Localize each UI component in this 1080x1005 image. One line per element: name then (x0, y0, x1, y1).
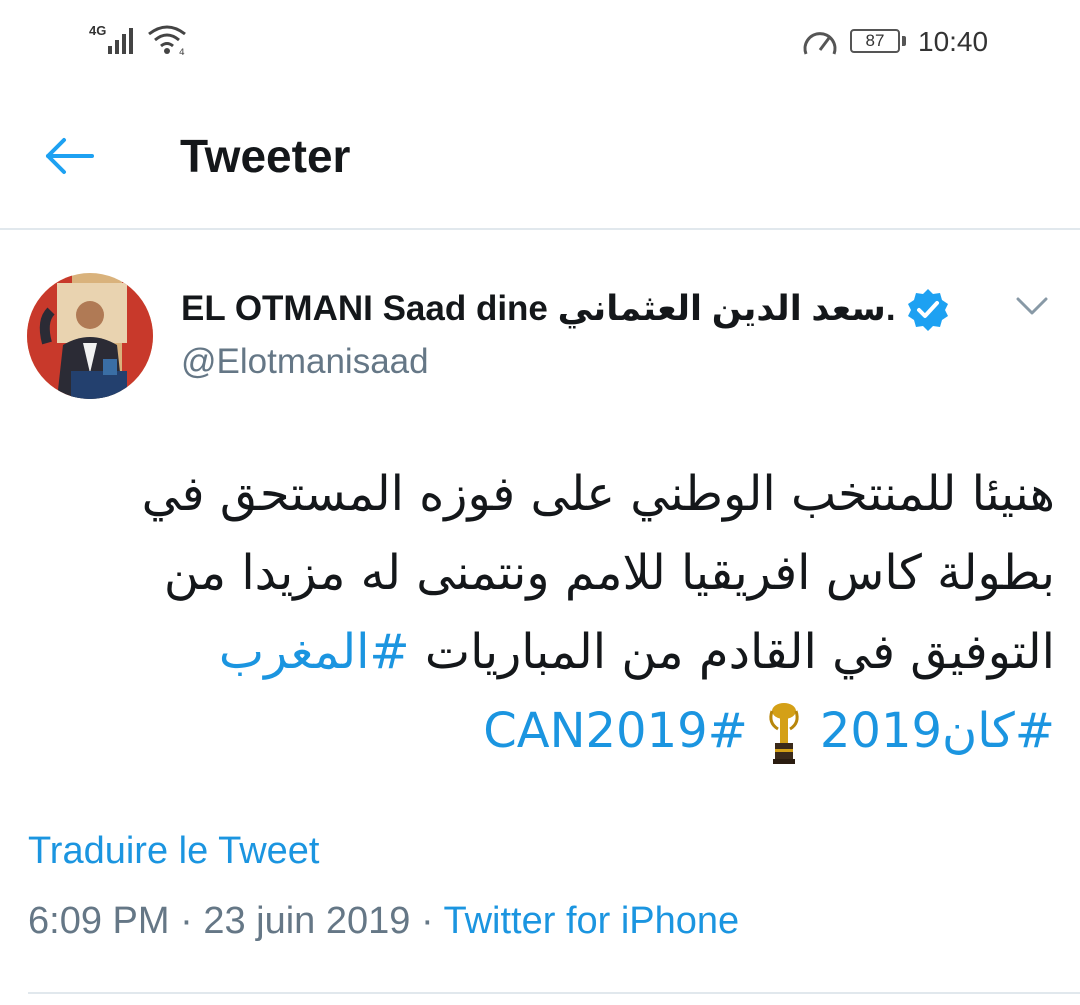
app-header: Tweeter (0, 85, 1080, 230)
tweet-source-link[interactable]: Twitter for iPhone (443, 900, 739, 942)
hashtag-can2019[interactable]: #CAN2019 (483, 703, 748, 759)
tweet-line: بطولة كاس افريقيا للامم ونتمنى له مزيدا … (163, 545, 1055, 601)
chevron-down-icon[interactable] (1012, 290, 1052, 320)
translate-tweet-link[interactable]: Traduire le Tweet (28, 830, 319, 873)
battery-level: 87 (865, 31, 885, 50)
author-name-row: EL OTMANI Saad dine سعد الدين العثماني. (181, 285, 950, 333)
wifi-icon: 4 (148, 25, 186, 56)
back-arrow-icon[interactable] (44, 135, 94, 177)
trophy-icon (769, 703, 799, 764)
clock: 10:40 (918, 26, 989, 57)
tweet-date: 23 juin 2019 (203, 900, 411, 942)
tweet-line: التوفيق في القادم من المباريات #المغرب (20, 613, 1055, 692)
user-handle[interactable]: @Elotmanisaad (181, 342, 429, 382)
battery-indicator: 87 (850, 29, 900, 53)
svg-text:4: 4 (179, 48, 185, 56)
tweet-line: #كان2019 #CAN2019 (20, 692, 1055, 771)
tweet-line: هنيئا للمنتخب الوطني على فوزه المستحق في (141, 466, 1055, 522)
hashtag-maghreb[interactable]: #المغرب (219, 624, 410, 680)
hashtag-can-arabic[interactable]: #كان2019 (820, 703, 1055, 759)
display-name[interactable]: EL OTMANI Saad dine سعد الدين العثماني. (181, 289, 896, 329)
meta-separator: · (410, 900, 444, 942)
tweet-metadata: 6:09 PM · 23 juin 2019 · Twitter for iPh… (28, 900, 739, 943)
meta-separator: · (169, 900, 204, 942)
tweet-time: 6:09 PM (28, 900, 170, 942)
network-type-label: 4G (89, 23, 107, 38)
avatar[interactable] (27, 273, 153, 399)
verified-badge-icon (907, 289, 948, 331)
battery-cap (902, 36, 906, 46)
cellular-signal-icon (108, 28, 133, 54)
data-saver-icon (803, 32, 837, 55)
page-title: Tweeter (180, 130, 351, 182)
tweet-text: هنيئا للمنتخب الوطني على فوزه المستحق في… (20, 455, 1055, 771)
status-bar: 4G 4 87 10:40 (0, 0, 1080, 85)
tweet-line-text: التوفيق في القادم من المباريات (424, 624, 1055, 680)
divider (28, 992, 1080, 994)
